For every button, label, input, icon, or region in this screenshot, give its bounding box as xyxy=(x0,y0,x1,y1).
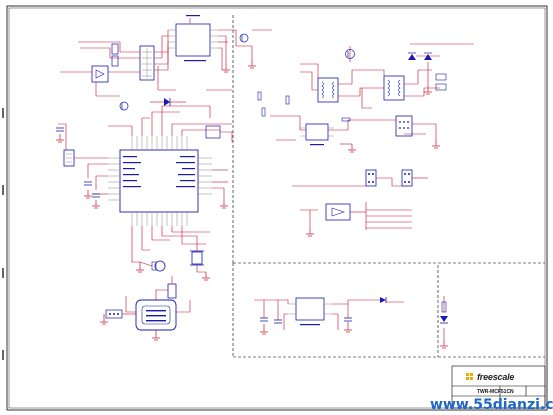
company-logo-text: freescale xyxy=(477,372,515,382)
diode-array xyxy=(408,52,432,60)
resistor-network xyxy=(435,73,447,91)
switch-sw1 xyxy=(139,260,166,272)
mcu-nets xyxy=(87,105,232,263)
transistor-q1 xyxy=(119,101,129,111)
freescale-logo-icon xyxy=(466,373,473,380)
sheet-border xyxy=(6,5,548,411)
crystal-y1 xyxy=(190,235,206,273)
usb-connector xyxy=(125,289,191,331)
drawing-title: TWR-MCF51CN xyxy=(477,389,514,395)
power-diode xyxy=(380,297,387,303)
top-right-nets xyxy=(270,43,474,145)
phy-ic-u5 xyxy=(300,123,334,146)
ground-symbols xyxy=(56,58,448,349)
transistor-q2 xyxy=(239,33,249,43)
optocoupler-u3 xyxy=(91,65,109,83)
watermark: www.55dianzi.com xyxy=(430,397,553,413)
top-left-nets xyxy=(60,18,272,97)
ethernet-magnetics xyxy=(317,75,405,103)
mcu-u1 xyxy=(108,136,212,226)
led-d1 xyxy=(150,98,186,106)
regulator-u4 xyxy=(167,276,177,299)
connector-p2 xyxy=(58,123,108,167)
connector-j1 xyxy=(111,43,119,67)
rj45-jack xyxy=(395,115,413,137)
reset-circuit xyxy=(205,125,233,142)
ic-u2 xyxy=(168,15,218,62)
power-regulator-u7 xyxy=(288,297,332,326)
schematic-sheet xyxy=(2,5,548,411)
header-connector-top xyxy=(139,45,155,81)
resistors-top-right xyxy=(257,91,351,122)
capacitors-left xyxy=(56,127,100,198)
section-boundaries xyxy=(232,15,545,358)
connector-j2 xyxy=(105,309,136,319)
buffer-ic-u6 xyxy=(325,203,351,221)
